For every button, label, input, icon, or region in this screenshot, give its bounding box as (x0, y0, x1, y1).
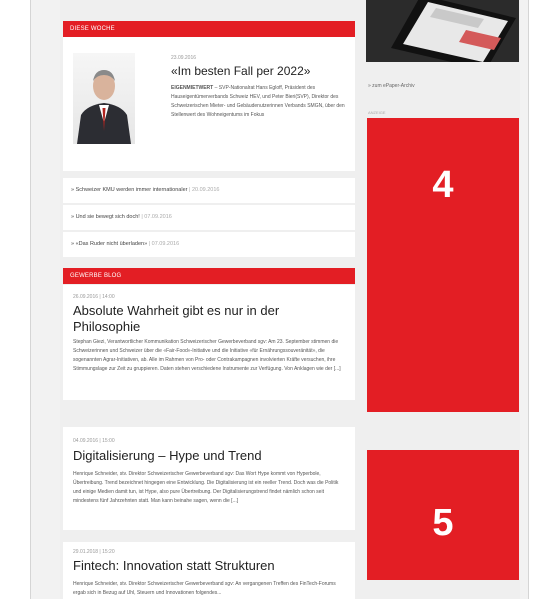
link-row[interactable]: » «Das Ruder nicht überladen» | 07.09.20… (63, 232, 355, 257)
blog-post-title[interactable]: Absolute Wahrheit gibt es nur in der Phi… (73, 303, 343, 335)
link-date: | 07.09.2016 (148, 241, 180, 247)
section-header-gewerbe-blog: GEWERBE BLOG (63, 268, 355, 284)
featured-date: 23.09.2016 (171, 55, 197, 61)
link-date: | 20.09.2016 (189, 187, 220, 193)
featured-teaser-lead: EIGENMIETWERT (171, 85, 214, 91)
ad-slot-number: 5 (432, 502, 454, 544)
link-row[interactable]: » Schweizer KMU werden immer internation… (63, 178, 355, 203)
tablet-icon (366, 0, 519, 62)
author-photo[interactable] (73, 53, 135, 144)
featured-teaser: EIGENMIETWERT – SVP-Nationalrat Hans Egl… (171, 84, 347, 120)
blog-post-card[interactable]: 29.01.2018 | 15:20 Fintech: Innovation s… (63, 542, 355, 599)
section-header-diese-woche: DIESE WOCHE (63, 21, 355, 37)
blog-post-card[interactable]: 04.09.2016 | 15:00 Digitalisierung – Hyp… (63, 427, 355, 530)
link-label[interactable]: » Schweizer KMU werden immer internation… (71, 187, 187, 193)
blog-post-title[interactable]: Digitalisierung – Hype und Trend (73, 448, 343, 464)
ad-slot-number: 4 (432, 164, 454, 206)
blog-post-title[interactable]: Fintech: Innovation statt Strukturen (73, 558, 343, 574)
blog-post-teaser: Henrique Schneider, stv. Direktor Schwei… (73, 581, 336, 596)
ad-slot-5[interactable]: 5 (367, 450, 519, 580)
link-row[interactable]: » Und sie bewegt sich doch! | 07.09.2016 (63, 205, 355, 230)
link-date: | 07.09.2016 (141, 214, 172, 220)
blog-post-date: 04.09.2016 | 15:00 (73, 438, 115, 444)
advertisement-label: ANZEIGE (368, 110, 386, 115)
blog-post-teaser: Henrique Schneider, stv. Direktor Schwei… (73, 471, 339, 504)
ad-slot-4[interactable]: 4 (367, 118, 519, 412)
blog-post-date: 29.01.2018 | 15:20 (73, 549, 115, 555)
blog-post-card[interactable]: 26.09.2016 | 14:00 Absolute Wahrheit gib… (63, 285, 355, 400)
blog-post-date: 26.09.2016 | 14:00 (73, 294, 115, 300)
featured-title[interactable]: «Im besten Fall per 2022» (171, 64, 310, 78)
epaper-archive-link[interactable]: » zum ePaper-Archiv (368, 83, 415, 89)
link-label[interactable]: » «Das Ruder nicht überladen» (71, 241, 147, 247)
link-label[interactable]: » Und sie bewegt sich doch! (71, 214, 140, 220)
featured-article-card[interactable]: 23.09.2016 «Im besten Fall per 2022» EIG… (63, 37, 355, 171)
epaper-tablet-image[interactable] (366, 0, 519, 62)
portrait-icon (77, 70, 131, 144)
blog-post-teaser: Stephan Giezi, Verantwortlicher Kommunik… (73, 339, 341, 372)
